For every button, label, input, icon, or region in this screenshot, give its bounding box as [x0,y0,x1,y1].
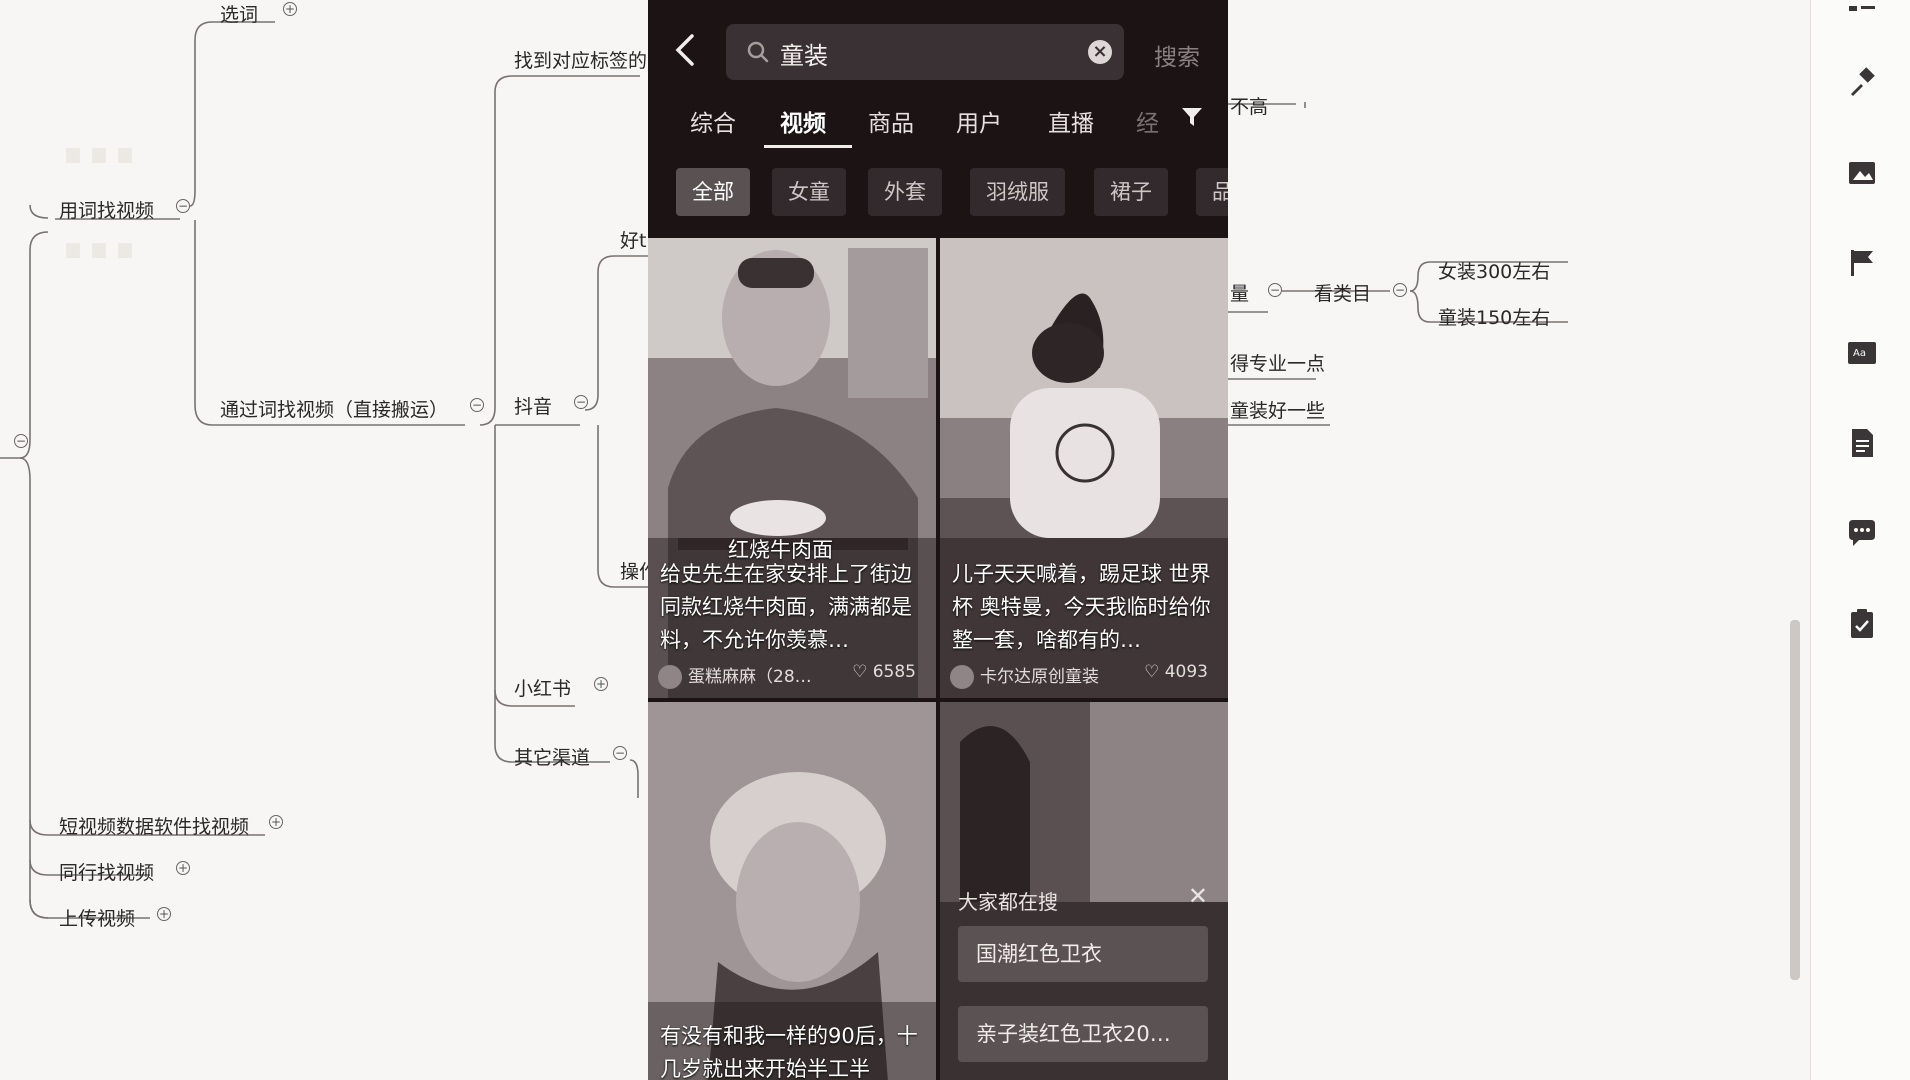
collapse-icon[interactable]: − [176,199,190,213]
search-query: 童装 [780,42,828,70]
like-count-value: 4093 [1164,662,1208,682]
node-zhaodao-biaoqian[interactable]: 找到对应标签的 [514,46,647,73]
like-count: ♡ 6585 [852,662,916,682]
node-liang[interactable]: 量 [1230,279,1249,306]
task-icon[interactable] [1845,606,1879,640]
chip-all[interactable]: 全部 [676,168,750,216]
like-count: ♡ 4093 [1144,662,1208,682]
collapse-icon[interactable]: − [470,398,484,412]
collapse-icon[interactable]: − [1268,283,1282,297]
collapse-icon[interactable]: − [1393,283,1407,297]
like-count-value: 6585 [872,662,916,682]
search-input[interactable]: 童装 × [726,24,1124,80]
node-xuanci[interactable]: 选词 [220,0,258,27]
node-nvzhuang-300[interactable]: 女装300左右 [1438,257,1550,284]
node-tongzhuang-150[interactable]: 童装150左右 [1438,303,1550,330]
expand-icon[interactable]: + [176,861,190,875]
image-icon[interactable] [1845,156,1879,190]
right-toolbar: Aa [1810,0,1910,1080]
node-douyin[interactable]: 抖音 [514,392,552,419]
node-buhao[interactable]: 不高 [1230,92,1268,119]
node-duanshipin-ruanjian[interactable]: 短视频数据软件找视频 [59,812,249,839]
node-tonghang[interactable]: 同行找视频 [59,858,154,885]
outline-icon[interactable] [1845,0,1879,34]
watermark-line-1: … [60,92,142,182]
format-brush-icon[interactable] [1845,66,1879,100]
phone-screen: 童装 × 搜索 综合 视频 商品 用户 直播 经 全部 女童 外套 羽绒服 裙子… [648,0,1228,1080]
node-qita-qudao[interactable]: 其它渠道 [514,743,590,770]
video-meta: 蛋糕麻麻（28… ♡ 6585 [658,662,926,692]
result-tabs: 综合 视频 商品 用户 直播 经 [648,98,1228,148]
tab-zonghe[interactable]: 综合 [690,104,736,138]
faint-watermark: … … [60,90,142,280]
expand-icon[interactable]: + [157,907,171,921]
hot-search-title: 大家都在搜 [958,890,1058,914]
node-tongguo-ci-zhao-shipin[interactable]: 通过词找视频（直接搬运） [220,395,448,422]
video-card[interactable]: 红烧牛肉面 给史先生在家安排上了街边同款红烧牛肉面，满满都是料，不允许你羡慕… … [648,238,936,698]
expand-icon[interactable]: + [594,677,608,691]
back-arrow-icon[interactable] [672,30,698,70]
tab-more[interactable]: 经 [1136,104,1159,138]
author-name[interactable]: 卡尔达原创童装 [980,667,1099,687]
expand-icon[interactable]: + [283,2,297,16]
svg-text:Aa: Aa [1853,348,1866,359]
tab-users[interactable]: 用户 [956,104,1002,138]
close-icon[interactable]: ✕ [1188,882,1208,910]
video-caption: 有没有和我一样的90后，十几岁就出来开始半工半 [660,1024,918,1080]
collapse-icon[interactable]: − [14,434,28,448]
video-meta: 卡尔达原创童装 ♡ 4093 [950,662,1218,692]
node-kan-leimu[interactable]: 看类目 [1314,279,1371,306]
author-name[interactable]: 蛋糕麻麻（28… [688,667,812,687]
chip-skirt[interactable]: 裙子 [1094,168,1168,216]
search-icon [747,41,769,63]
node-haoping[interactable]: 好t [620,226,646,253]
text-style-icon[interactable]: Aa [1845,336,1879,370]
flag-icon[interactable] [1845,246,1879,280]
video-card[interactable]: 有没有和我一样的90后，十几岁就出来开始半工半 [648,702,936,1080]
collapse-icon[interactable]: − [574,395,588,409]
hot-search-panel: 大家都在搜 ✕ 国潮红色卫衣 亲子装红色卫衣20… [938,868,1228,1080]
node-yongci-zhao-shipin[interactable]: 用词找视频 [59,196,154,223]
vertical-scrollbar[interactable] [1790,620,1800,980]
filter-icon[interactable] [1180,106,1204,128]
node-hao-yixie[interactable]: 童装好一些 [1230,396,1325,423]
avatar[interactable] [658,665,682,689]
expand-icon[interactable]: + [269,815,283,829]
node-xiaohongshu[interactable]: 小红书 [514,674,571,701]
tab-active-indicator [764,145,852,148]
comment-icon[interactable] [1845,516,1879,550]
tab-video[interactable]: 视频 [780,104,826,138]
video-card[interactable]: 儿子天天喊着，踢足球 世界杯 奥特曼，今天我临时给你整一套，啥都有的… 卡尔达原… [940,238,1228,698]
chip-coat[interactable]: 外套 [868,168,942,216]
node-zhuanye[interactable]: 得专业一点 [1230,349,1325,376]
hot-search-item[interactable]: 国潮红色卫衣 [958,926,1208,982]
avatar[interactable] [950,665,974,689]
tab-live[interactable]: 直播 [1048,104,1094,138]
tab-goods[interactable]: 商品 [868,104,914,138]
collapse-icon[interactable]: − [613,746,627,760]
hot-search-item[interactable]: 亲子装红色卫衣20… [958,1006,1208,1062]
video-caption: 儿子天天喊着，踢足球 世界杯 奥特曼，今天我临时给你整一套，啥都有的… [952,562,1211,652]
note-icon[interactable] [1845,426,1879,460]
node-shangchuan[interactable]: 上传视频 [59,904,135,931]
video-caption: 给史先生在家安排上了街边同款红烧牛肉面，满满都是料，不允许你羡慕… [660,562,912,652]
chip-brand[interactable]: 品 [1196,168,1228,216]
chip-down-jacket[interactable]: 羽绒服 [970,168,1065,216]
search-button[interactable]: 搜索 [1154,38,1200,72]
filter-chips: 全部 女童 外套 羽绒服 裙子 品 [648,168,1228,224]
clear-icon[interactable]: × [1088,40,1112,64]
chip-girls[interactable]: 女童 [772,168,846,216]
